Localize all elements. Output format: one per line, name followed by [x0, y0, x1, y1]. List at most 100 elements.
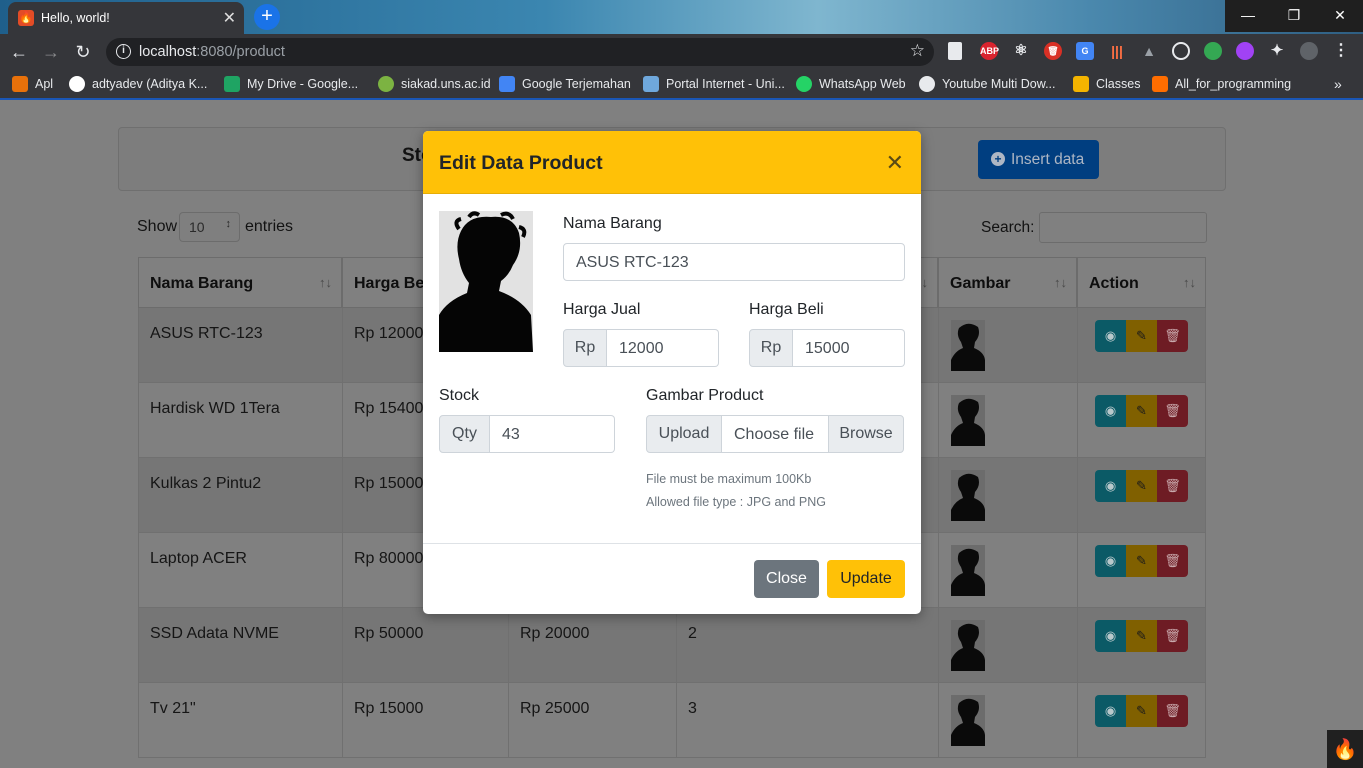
back-icon[interactable]: ←	[7, 40, 31, 64]
edit-pencil-icon[interactable]: ✎	[1126, 695, 1157, 727]
bookmark-item[interactable]: adtyadev (Aditya K...	[69, 76, 207, 92]
column-header-action[interactable]: Action ↑↓	[1077, 257, 1206, 308]
harga-jual-label: Harga Jual	[563, 301, 641, 318]
react-devtools-icon[interactable]: ⚛	[1012, 42, 1030, 60]
audio-extension-icon[interactable]: |||	[1108, 42, 1126, 60]
delete-trash-icon[interactable]: 🗑	[1157, 470, 1188, 502]
codeigniter-toolbar-icon[interactable]: 🔥	[1327, 730, 1363, 768]
siakad-icon	[378, 76, 394, 92]
cell-nama-barang: Kulkas 2 Pintu2	[138, 458, 342, 533]
browse-button[interactable]: Browse	[828, 415, 904, 453]
tab-close-icon[interactable]: ✕	[223, 8, 236, 28]
nama-barang-input[interactable]: ASUS RTC-123	[563, 243, 905, 281]
modal-close-icon[interactable]: ✕	[886, 150, 904, 176]
cell-harga-beli: Rp 50000	[342, 608, 508, 683]
trash-extension-icon[interactable]: 🗑	[1044, 42, 1062, 60]
codeigniter-favicon-icon: 🔥	[18, 10, 34, 26]
cell-stock: 2	[676, 608, 938, 683]
edit-pencil-icon[interactable]: ✎	[1126, 620, 1157, 652]
plus-circle-icon: +	[991, 152, 1005, 166]
cell-nama-barang: Laptop ACER	[138, 533, 342, 608]
choose-file-field[interactable]: Choose file	[722, 415, 829, 453]
product-thumbnail	[951, 695, 985, 746]
delete-trash-icon[interactable]: 🗑	[1157, 395, 1188, 427]
new-tab-button[interactable]: +	[254, 4, 280, 30]
upload-label: Upload	[646, 415, 722, 453]
view-eye-icon[interactable]: ◉	[1095, 620, 1126, 652]
harga-jual-prefix: Rp	[563, 329, 607, 367]
cell-harga-jual: Rp 20000	[508, 608, 676, 683]
product-thumbnail	[951, 545, 985, 596]
cell-stock: 3	[676, 683, 938, 758]
table-row: Tv 21" Rp 15000 Rp 25000 3 ◉ ✎ 🗑	[138, 683, 1206, 758]
bookmark-folder-icon	[1152, 76, 1168, 92]
bookmark-item[interactable]: Classes	[1073, 76, 1140, 92]
bookmark-item[interactable]: Portal Internet - Uni...	[643, 76, 785, 92]
harga-beli-label: Harga Beli	[749, 301, 824, 318]
view-eye-icon[interactable]: ◉	[1095, 695, 1126, 727]
bookmark-item[interactable]: My Drive - Google...	[224, 76, 358, 92]
github-icon	[69, 76, 85, 92]
menu-kebab-icon[interactable]: ⋮	[1332, 42, 1350, 60]
window-close-icon[interactable]: ✕	[1317, 0, 1363, 32]
bookmark-star-icon[interactable]: ☆	[910, 41, 925, 61]
page-extension-icon[interactable]	[948, 42, 962, 60]
bookmark-item[interactable]: Google Terjemahan	[499, 76, 631, 92]
drive-extension-icon[interactable]: ▲	[1140, 42, 1158, 60]
bookmark-item[interactable]: Youtube Multi Dow...	[919, 76, 1056, 92]
close-button[interactable]: Close	[754, 560, 819, 598]
circle-extension-icon[interactable]	[1172, 42, 1190, 60]
forward-icon[interactable]: →	[39, 40, 63, 64]
harga-jual-input[interactable]: 12000	[607, 329, 719, 367]
table-row: SSD Adata NVME Rp 50000 Rp 20000 2 ◉ ✎ 🗑	[138, 608, 1206, 683]
bookmark-item[interactable]: Apl	[12, 76, 53, 92]
show-label: Show	[137, 218, 178, 235]
colorful-extension-icon[interactable]	[1204, 42, 1222, 60]
select-arrows-icon: ↕	[225, 218, 232, 230]
edit-pencil-icon[interactable]: ✎	[1126, 395, 1157, 427]
column-header-nama-barang[interactable]: Nama Barang ↑↓	[138, 257, 342, 308]
google-translate-icon	[499, 76, 515, 92]
delete-trash-icon[interactable]: 🗑	[1157, 320, 1188, 352]
stock-input[interactable]: 43	[490, 415, 615, 453]
edit-product-modal: Edit Data Product ✕ Nama Barang ASUS RTC…	[423, 131, 921, 614]
bookmarks-bar: Apl adtyadev (Aditya K... My Drive - Goo…	[0, 70, 1363, 100]
file-upload-group[interactable]: Upload Choose file Browse	[646, 415, 904, 453]
delete-trash-icon[interactable]: 🗑	[1157, 695, 1188, 727]
bookmark-item[interactable]: WhatsApp Web	[796, 76, 906, 92]
browser-tab[interactable]: 🔥 Hello, world! ✕	[8, 2, 244, 34]
more-bookmarks-icon[interactable]: »	[1334, 76, 1342, 92]
edit-pencil-icon[interactable]: ✎	[1126, 545, 1157, 577]
view-eye-icon[interactable]: ◉	[1095, 545, 1126, 577]
modal-title: Edit Data Product	[439, 152, 603, 174]
entries-select[interactable]: 10 ↕	[179, 212, 240, 242]
url-text: localhost:8080/product	[139, 44, 285, 60]
bookmark-item[interactable]: All_for_programming	[1152, 76, 1291, 92]
globe-icon	[919, 76, 935, 92]
view-eye-icon[interactable]: ◉	[1095, 320, 1126, 352]
view-eye-icon[interactable]: ◉	[1095, 395, 1126, 427]
profile-avatar-icon[interactable]	[1300, 42, 1318, 60]
delete-trash-icon[interactable]: 🗑	[1157, 620, 1188, 652]
address-bar[interactable]: i localhost:8080/product ☆	[106, 38, 934, 66]
purple-extension-icon[interactable]	[1236, 42, 1254, 60]
row-actions: ◉ ✎ 🗑	[1095, 320, 1189, 352]
insert-data-button[interactable]: + Insert data	[978, 140, 1099, 179]
edit-pencil-icon[interactable]: ✎	[1126, 470, 1157, 502]
tab-title: Hello, world!	[41, 11, 110, 25]
view-eye-icon[interactable]: ◉	[1095, 470, 1126, 502]
edit-pencil-icon[interactable]: ✎	[1126, 320, 1157, 352]
adblock-plus-icon[interactable]: ABP	[980, 42, 999, 60]
restore-icon[interactable]: ❐	[1271, 0, 1317, 32]
reload-icon[interactable]: ↻	[71, 40, 95, 64]
column-header-gambar[interactable]: Gambar ↑↓	[938, 257, 1077, 308]
bookmark-item[interactable]: siakad.uns.ac.id	[378, 76, 491, 92]
extensions-puzzle-icon[interactable]: ✦	[1268, 42, 1286, 60]
google-translate-extension-icon[interactable]: G	[1076, 42, 1094, 60]
minimize-icon[interactable]: —	[1225, 0, 1271, 32]
site-info-icon[interactable]: i	[116, 44, 131, 59]
delete-trash-icon[interactable]: 🗑	[1157, 545, 1188, 577]
search-input[interactable]	[1039, 212, 1207, 243]
update-button[interactable]: Update	[827, 560, 905, 598]
harga-beli-input[interactable]: 15000	[793, 329, 905, 367]
